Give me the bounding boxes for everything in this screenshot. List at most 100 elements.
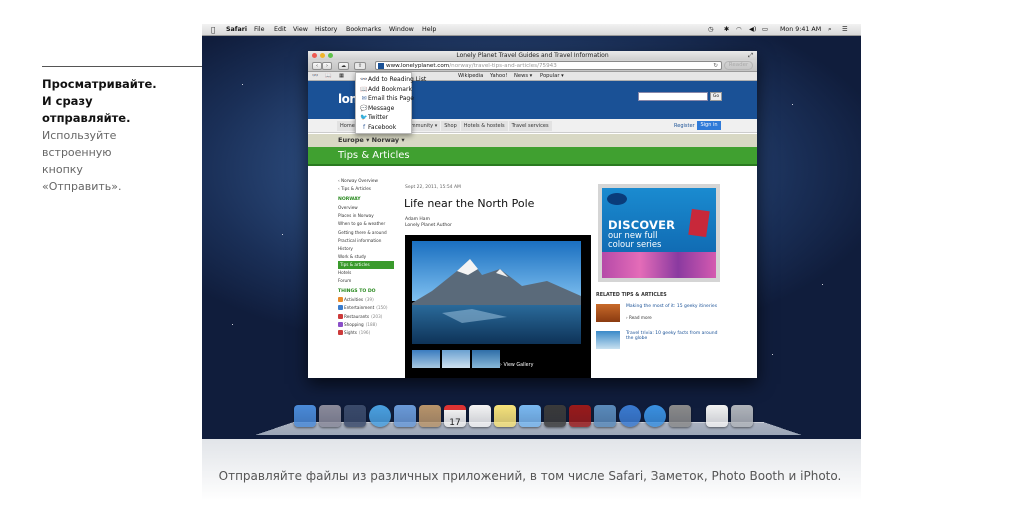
share-menu-item[interactable]: 💬Message (360, 104, 411, 114)
sidebar-link[interactable]: Hotels (338, 269, 394, 277)
gallery-thumbnail[interactable] (442, 350, 470, 368)
photo-booth-icon[interactable] (569, 405, 591, 427)
sidebar-link[interactable]: History (338, 245, 394, 253)
related-title[interactable]: Travel trivia: 10 geeky facts from aroun… (626, 331, 721, 341)
menu-file[interactable]: File (254, 24, 265, 36)
nav-tab[interactable]: Shop (441, 121, 460, 131)
menu-window[interactable]: Window (389, 24, 414, 36)
reading-list-icon[interactable]: 👓 (312, 72, 318, 81)
itunes-icon[interactable] (619, 405, 641, 427)
share-menu-item[interactable]: 🐦Twitter (360, 113, 411, 123)
gallery-thumbnail[interactable] (472, 350, 500, 368)
contacts-icon[interactable] (419, 405, 441, 427)
minimize-icon[interactable] (320, 53, 325, 58)
battery-icon[interactable]: ▭ (762, 24, 768, 36)
reader-button[interactable]: Reader (724, 61, 753, 70)
sidebar-link[interactable]: Practical information (338, 237, 394, 245)
top-sites-icon[interactable]: ▦ (339, 72, 344, 81)
breadcrumb[interactable]: Europe ▾ Norway ▾ (308, 134, 757, 147)
bluetooth-icon[interactable]: ✱ (724, 24, 729, 36)
reminders-icon[interactable] (469, 405, 491, 427)
iphoto-icon[interactable] (594, 405, 616, 427)
share-button[interactable]: ⇪ (354, 62, 366, 70)
search-go-button[interactable]: Go (710, 92, 722, 101)
things-to-do-item[interactable]: Activities (39) (338, 296, 394, 304)
caption: Отправляйте файлы из различных приложени… (218, 469, 842, 483)
document-icon[interactable] (706, 405, 728, 427)
sidebar-back-link[interactable]: ‹ Tips & Articles (338, 185, 394, 193)
trash-icon[interactable] (731, 405, 753, 427)
messages-icon[interactable] (519, 405, 541, 427)
category-icon (338, 321, 343, 327)
notification-center-icon[interactable]: ☰ (842, 24, 848, 36)
reload-icon[interactable]: ↻ (713, 62, 718, 69)
sign-in-button[interactable]: Sign in (697, 121, 721, 130)
share-menu-item[interactable]: 👓Add to Reading List (360, 75, 426, 85)
sidebar-link[interactable]: Work & study (338, 253, 394, 261)
sidebar-link[interactable]: Overview (338, 204, 394, 212)
things-to-do-item[interactable]: Shopping (188) (338, 321, 394, 329)
gallery-main-photo[interactable] (412, 241, 581, 344)
menubar-clock[interactable]: Mon 9:41 AM (780, 24, 821, 36)
bookmark-wikipedia[interactable]: Wikipedia (458, 72, 483, 81)
address-bar[interactable]: www.lonelyplanet.com/norway/travel-tips-… (375, 61, 722, 70)
time-machine-icon[interactable]: ◷ (708, 24, 714, 36)
show-all-bookmarks-icon[interactable]: 📖 (325, 72, 331, 81)
mail-icon[interactable] (394, 405, 416, 427)
menu-bookmarks[interactable]: Bookmarks (346, 24, 381, 36)
close-icon[interactable] (312, 53, 317, 58)
things-to-do-item[interactable]: Sights (196) (338, 329, 394, 337)
forward-button[interactable]: › (322, 62, 332, 70)
back-button[interactable]: ‹ (312, 62, 322, 70)
sidebar-link[interactable]: Tips & articles (338, 260, 394, 270)
things-to-do-item[interactable]: Entertainment (150) (338, 304, 394, 312)
bookmark-popular[interactable]: Popular ▾ (540, 72, 564, 81)
related-item[interactable]: Making the most of it: 15 geeky itinerie… (596, 304, 721, 326)
share-menu-item[interactable]: 📖Add Bookmark (360, 85, 412, 95)
facetime-icon[interactable] (544, 405, 566, 427)
site-search-input[interactable] (638, 92, 708, 101)
share-menu-item[interactable]: f Facebook (360, 123, 411, 133)
calendar-icon[interactable]: 17 (444, 405, 466, 428)
share-menu-item[interactable]: ✉Email this Page (360, 94, 413, 104)
sidebar-back-link[interactable]: ‹ Norway Overview (338, 177, 394, 185)
sidebar-link[interactable]: Getting there & around (338, 229, 394, 237)
gallery-thumbnail[interactable] (412, 350, 440, 368)
menu-edit[interactable]: Edit (274, 24, 286, 36)
launchpad-icon[interactable] (319, 405, 341, 427)
cloud-tabs-icon[interactable]: ☁ (338, 62, 349, 70)
fullscreen-icon[interactable]: ⤢ (748, 51, 753, 60)
related-read-more[interactable]: › Read more (626, 315, 652, 320)
spotlight-icon[interactable]: ⌕ (828, 24, 832, 36)
menu-history[interactable]: History (315, 24, 337, 36)
sidebar-link[interactable]: When to go & weather (338, 220, 394, 228)
apple-menu-icon[interactable]:  (211, 24, 215, 36)
zoom-icon[interactable] (328, 53, 333, 58)
system-preferences-icon[interactable] (669, 405, 691, 427)
menu-view[interactable]: View (293, 24, 308, 36)
sidebar: ‹ Norway Overview ‹ Tips & Articles NORWAY… (338, 177, 394, 337)
safari-icon[interactable] (369, 405, 391, 427)
bookmark-yahoo[interactable]: Yahoo! (490, 72, 507, 81)
menu-help[interactable]: Help (422, 24, 436, 36)
app-store-icon[interactable] (644, 405, 666, 427)
view-gallery-link[interactable]: › View Gallery (500, 363, 533, 368)
register-link[interactable]: Register (674, 123, 695, 129)
envelope-icon: ✉ (361, 95, 367, 103)
finder-icon[interactable] (294, 405, 316, 427)
sidebar-link[interactable]: Forum (338, 277, 394, 285)
ad-banner[interactable]: DISCOVER our new full colour series (602, 188, 716, 278)
notes-icon[interactable] (494, 405, 516, 427)
related-item[interactable]: Travel trivia: 10 geeky facts from aroun… (596, 331, 721, 353)
sidebar-link[interactable]: Places in Norway (338, 212, 394, 220)
advertisement[interactable]: DISCOVER our new full colour series (598, 184, 720, 282)
related-title[interactable]: Making the most of it: 15 geeky itinerie… (626, 304, 717, 309)
nav-tab[interactable]: Travel services (508, 121, 552, 131)
menu-safari[interactable]: Safari (226, 24, 247, 36)
bookmark-news[interactable]: News ▾ (514, 72, 532, 81)
wifi-icon[interactable]: ◠ (736, 24, 742, 36)
nav-tab[interactable]: Hotels & hostels (460, 121, 508, 131)
things-to-do-item[interactable]: Restaurants (203) (338, 313, 394, 321)
volume-icon[interactable]: ◀) (749, 24, 756, 36)
mission-control-icon[interactable] (344, 405, 366, 427)
